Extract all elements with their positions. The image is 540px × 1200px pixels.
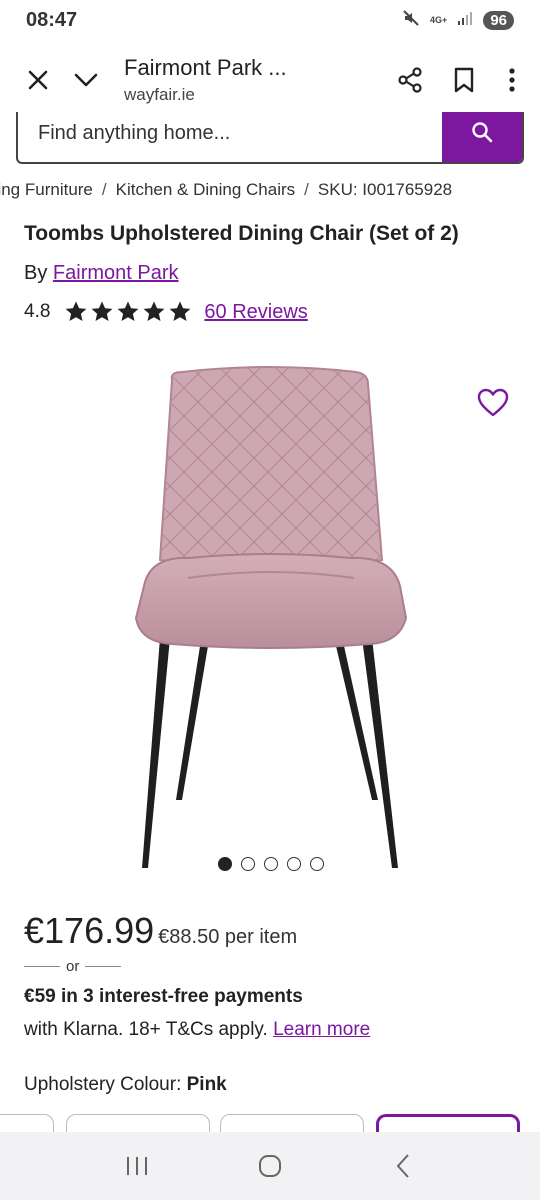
more-menu-icon[interactable] [494, 56, 530, 104]
or-text: or [66, 958, 80, 975]
star-icon [66, 301, 87, 321]
system-nav-bar [0, 1132, 540, 1200]
search-icon [472, 122, 493, 143]
klarna-terms: with Klarna. 18+ T&Cs apply. Learn more [24, 1019, 370, 1041]
star-icon [118, 301, 139, 321]
product-byline: By Fairmont Park [24, 262, 179, 285]
star-icon [170, 301, 191, 321]
per-item-price: €88.50 per item [158, 926, 298, 948]
product-image[interactable] [100, 360, 440, 880]
status-time: 08:47 [26, 8, 78, 31]
battery-indicator: 96 [483, 10, 514, 30]
signal-icon [457, 10, 473, 31]
home-icon[interactable] [240, 1141, 300, 1191]
recent-apps-icon[interactable] [107, 1141, 167, 1191]
by-label: By [24, 262, 48, 284]
reviews-link[interactable]: 60 Reviews [204, 301, 307, 324]
carousel-dot[interactable] [241, 857, 255, 871]
carousel-dot[interactable] [264, 857, 278, 871]
favorite-heart-icon[interactable] [474, 384, 512, 422]
star-icon [144, 301, 165, 321]
upholstery-colour: Upholstery Colour: Pink [24, 1074, 227, 1096]
colour-label: Upholstery Colour: [24, 1074, 182, 1095]
page-title: Fairmont Park ... [124, 55, 287, 80]
bookmark-icon[interactable] [440, 56, 488, 104]
page-title-area[interactable]: Fairmont Park ... wayfair.ie [110, 55, 386, 105]
learn-more-link[interactable]: Learn more [273, 1019, 370, 1040]
star-icon [92, 301, 113, 321]
share-icon[interactable] [386, 56, 434, 104]
browser-toolbar: Fairmont Park ... wayfair.ie [0, 40, 540, 120]
status-bar: 08:47 4G+ 96 [0, 0, 540, 40]
or-divider: or [24, 958, 122, 975]
star-rating [64, 300, 192, 324]
mute-icon [402, 9, 420, 32]
search-input[interactable] [18, 112, 442, 162]
network-indicator: 4G+ [430, 14, 448, 25]
price: €176.99 [24, 910, 155, 951]
status-icons: 4G+ 96 [402, 9, 514, 32]
breadcrumb: ning Furniture/Kitchen & Dining Chairs/S… [0, 178, 540, 206]
rating-row: 4.8 60 Reviews [24, 300, 308, 324]
breadcrumb-item[interactable]: ning Furniture [0, 180, 93, 199]
breadcrumb-item[interactable]: Kitchen & Dining Chairs [116, 180, 296, 199]
carousel-dot[interactable] [310, 857, 324, 871]
product-title: Toombs Upholstered Dining Chair (Set of … [24, 222, 459, 245]
klarna-offer: €59 in 3 interest-free payments [24, 986, 303, 1007]
price-row: €176.99 €88.50 per item [24, 910, 297, 952]
carousel-dot[interactable] [287, 857, 301, 871]
back-icon[interactable] [373, 1141, 433, 1191]
page-url: wayfair.ie [124, 85, 195, 104]
brand-link[interactable]: Fairmont Park [53, 262, 179, 284]
breadcrumb-sku: SKU: I001765928 [317, 180, 453, 199]
browser-actions [386, 56, 540, 104]
search-bar [16, 112, 524, 164]
close-icon[interactable] [14, 56, 62, 104]
carousel-dot[interactable] [218, 857, 232, 871]
search-button[interactable] [442, 112, 522, 162]
chevron-down-icon[interactable] [62, 56, 110, 104]
klarna-terms-text: with Klarna. 18+ T&Cs apply. [24, 1019, 268, 1040]
image-carousel-dots [218, 857, 324, 871]
colour-value: Pink [186, 1074, 227, 1095]
rating-value: 4.8 [24, 301, 51, 322]
